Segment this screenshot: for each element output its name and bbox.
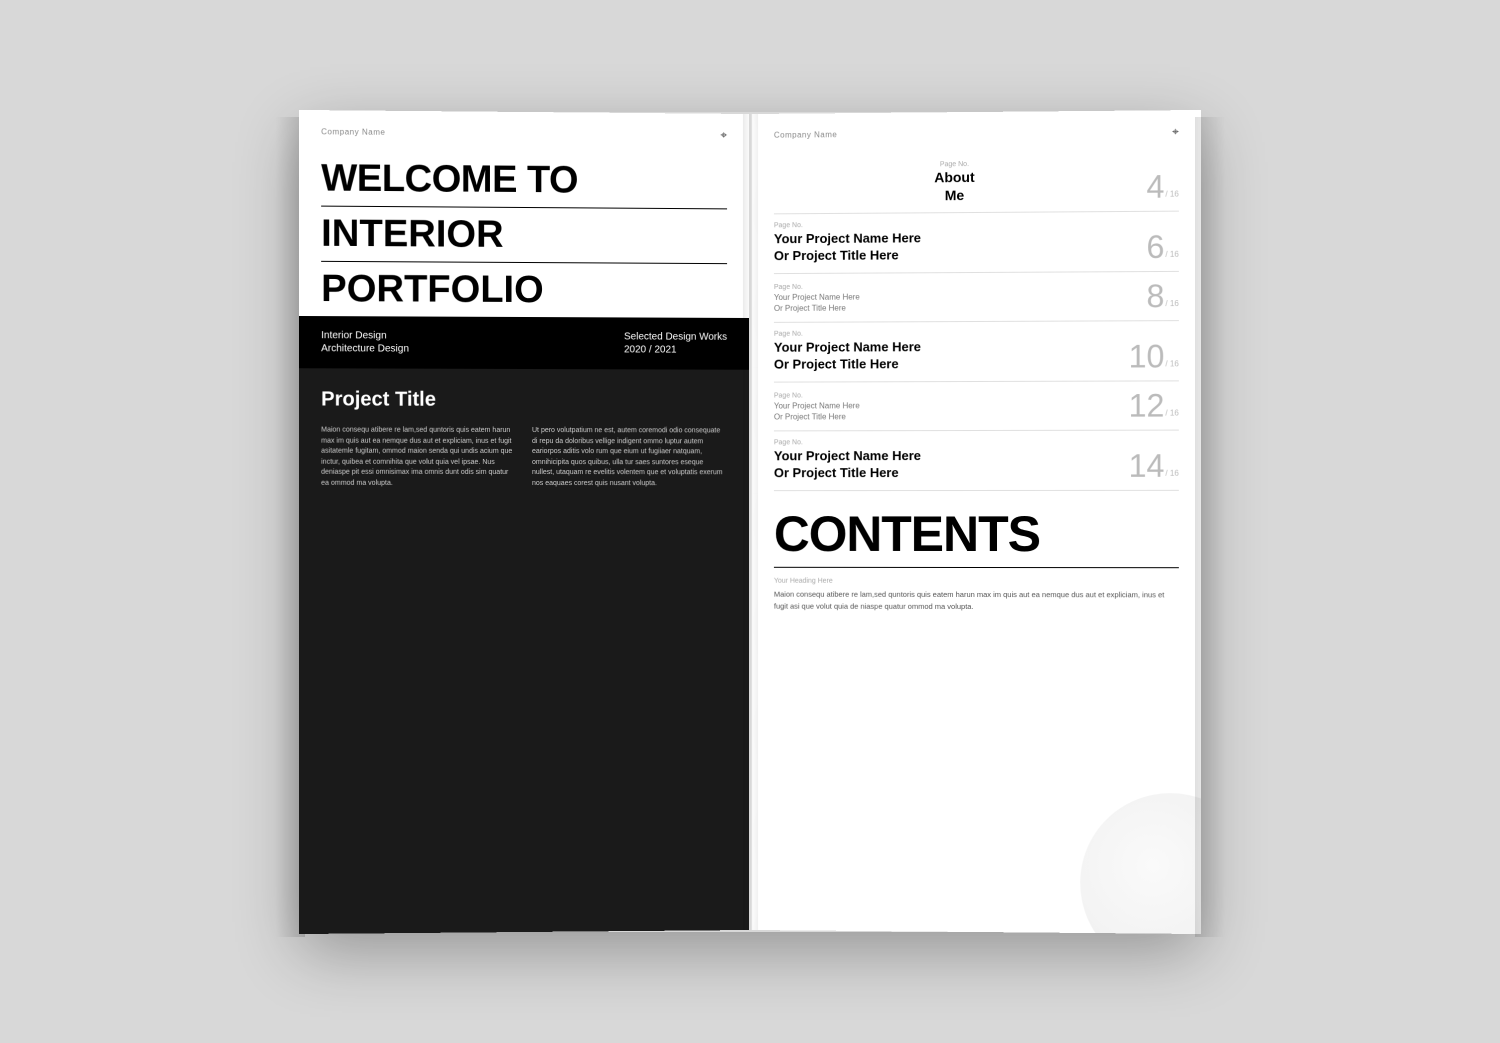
toc-entry-2-number: 8 / 16 bbox=[1146, 280, 1178, 312]
right-logo-icon: ⌖ bbox=[1172, 124, 1179, 139]
project-section: Project Title Maion consequ atibere re l… bbox=[299, 368, 749, 934]
toc-entries: Page No. AboutMe 4 / 16 Page No. Your Pr… bbox=[752, 149, 1201, 495]
toc-about-num-small: / 16 bbox=[1165, 189, 1178, 198]
left-company-name: Company Name bbox=[321, 127, 385, 137]
toc-entry-2-num-big: 8 bbox=[1146, 280, 1164, 312]
toc-entry-3-label: Page No. bbox=[774, 329, 1119, 337]
toc-entry-3-num-small: / 16 bbox=[1165, 359, 1178, 368]
toc-entry-4-num-small: / 16 bbox=[1165, 408, 1178, 417]
right-header: Company Name ⌖ bbox=[752, 109, 1201, 152]
info-bar: Interior Design Architecture Design Sele… bbox=[299, 315, 749, 369]
welcome-section: WELCOME TO INTERIOR PORTFOLIO bbox=[299, 149, 749, 318]
toc-entry-1-left: Page No. Your Project Name HereOr Projec… bbox=[774, 220, 1136, 265]
your-heading-label: Your Heading Here bbox=[774, 577, 1179, 585]
toc-entry-3-number: 10 / 16 bbox=[1129, 340, 1179, 372]
right-company-name: Company Name bbox=[774, 130, 837, 140]
toc-entry-2-num-small: / 16 bbox=[1165, 299, 1178, 308]
toc-entry-4-title-sm: Your Project Name HereOr Project Title H… bbox=[774, 400, 1119, 422]
toc-entry-4: Page No. Your Project Name HereOr Projec… bbox=[774, 381, 1179, 431]
info-col-2: Selected Design Works 2020 / 2021 bbox=[624, 331, 727, 355]
left-logo-icon: ⌖ bbox=[720, 127, 727, 142]
toc-entry-5-num-big: 14 bbox=[1129, 449, 1165, 481]
toc-entry-2-title-sm: Your Project Name HereOr Project Title H… bbox=[774, 291, 1136, 314]
toc-entry-1-label: Page No. bbox=[774, 220, 1136, 229]
toc-about-entry: Page No. AboutMe 4 / 16 bbox=[774, 149, 1179, 214]
info-architecture: Architecture Design bbox=[321, 343, 409, 354]
project-col-2: Ut pero volutpatium ne est, autem coremo… bbox=[532, 426, 727, 912]
toc-entry-1-num-big: 6 bbox=[1146, 230, 1164, 262]
toc-entry-5-number: 14 / 16 bbox=[1129, 449, 1179, 481]
toc-entry-1: Page No. Your Project Name HereOr Projec… bbox=[774, 212, 1179, 274]
toc-entry-5: Page No. Your Project Name HereOr Projec… bbox=[774, 430, 1179, 490]
info-selected-works: Selected Design Works bbox=[624, 331, 727, 342]
portfolio-heading: PORTFOLIO bbox=[321, 261, 727, 317]
toc-about-number: 4 / 16 bbox=[1146, 170, 1178, 202]
right-page: Company Name ⌖ Page No. AboutMe 4 / 16 P… bbox=[751, 109, 1201, 933]
toc-entry-5-label: Page No. bbox=[774, 438, 1119, 446]
contents-desc-text: Maion consequ atibere re lam,sed quntori… bbox=[774, 588, 1179, 613]
toc-entry-4-left: Page No. Your Project Name HereOr Projec… bbox=[774, 391, 1119, 422]
toc-entry-3: Page No. Your Project Name HereOr Projec… bbox=[774, 321, 1179, 382]
toc-entry-1-title: Your Project Name HereOr Project Title H… bbox=[774, 229, 1136, 265]
info-year: 2020 / 2021 bbox=[624, 344, 727, 355]
toc-entry-4-number: 12 / 16 bbox=[1129, 389, 1179, 421]
project-body: Maion consequ atibere re lam,sed quntori… bbox=[321, 425, 727, 913]
toc-entry-2-left: Page No. Your Project Name HereOr Projec… bbox=[774, 282, 1136, 314]
toc-entry-5-title: Your Project Name HereOr Project Title H… bbox=[774, 447, 1119, 481]
left-header: Company Name ⌖ bbox=[299, 109, 749, 152]
toc-entry-5-left: Page No. Your Project Name HereOr Projec… bbox=[774, 438, 1119, 481]
toc-entry-5-num-small: / 16 bbox=[1165, 468, 1178, 477]
contents-body: Your Heading Here Maion consequ atibere … bbox=[752, 567, 1201, 933]
toc-entry-3-title: Your Project Name HereOr Project Title H… bbox=[774, 338, 1119, 373]
toc-entry-2-label: Page No. bbox=[774, 282, 1136, 291]
project-title: Project Title bbox=[321, 388, 727, 412]
interior-heading: INTERIOR bbox=[321, 206, 727, 264]
toc-entry-3-num-big: 10 bbox=[1129, 340, 1165, 372]
contents-heading-area: CONTENTS bbox=[752, 494, 1201, 567]
toc-entry-1-number: 6 / 16 bbox=[1146, 230, 1178, 262]
welcome-to-heading: WELCOME TO bbox=[321, 159, 727, 209]
toc-entry-4-num-big: 12 bbox=[1129, 389, 1165, 421]
toc-about-center: Page No. AboutMe bbox=[774, 159, 1136, 205]
left-page: Company Name ⌖ WELCOME TO INTERIOR PORTF… bbox=[299, 109, 749, 933]
toc-entry-2: Page No. Your Project Name HereOr Projec… bbox=[774, 272, 1179, 323]
info-col-1: Interior Design Architecture Design bbox=[321, 330, 409, 354]
toc-about-page-label: Page No. bbox=[940, 161, 969, 168]
book-spread: Company Name ⌖ WELCOME TO INTERIOR PORTF… bbox=[300, 112, 1200, 932]
toc-entry-3-left: Page No. Your Project Name HereOr Projec… bbox=[774, 329, 1119, 373]
info-interior-design: Interior Design bbox=[321, 330, 409, 341]
toc-about-title: AboutMe bbox=[934, 168, 974, 205]
project-col-1: Maion consequ atibere re lam,sed quntori… bbox=[321, 425, 518, 913]
toc-entry-1-num-small: / 16 bbox=[1165, 249, 1178, 258]
contents-title: CONTENTS bbox=[774, 508, 1179, 567]
toc-about-num-big: 4 bbox=[1146, 170, 1164, 202]
toc-entry-4-label: Page No. bbox=[774, 391, 1119, 399]
